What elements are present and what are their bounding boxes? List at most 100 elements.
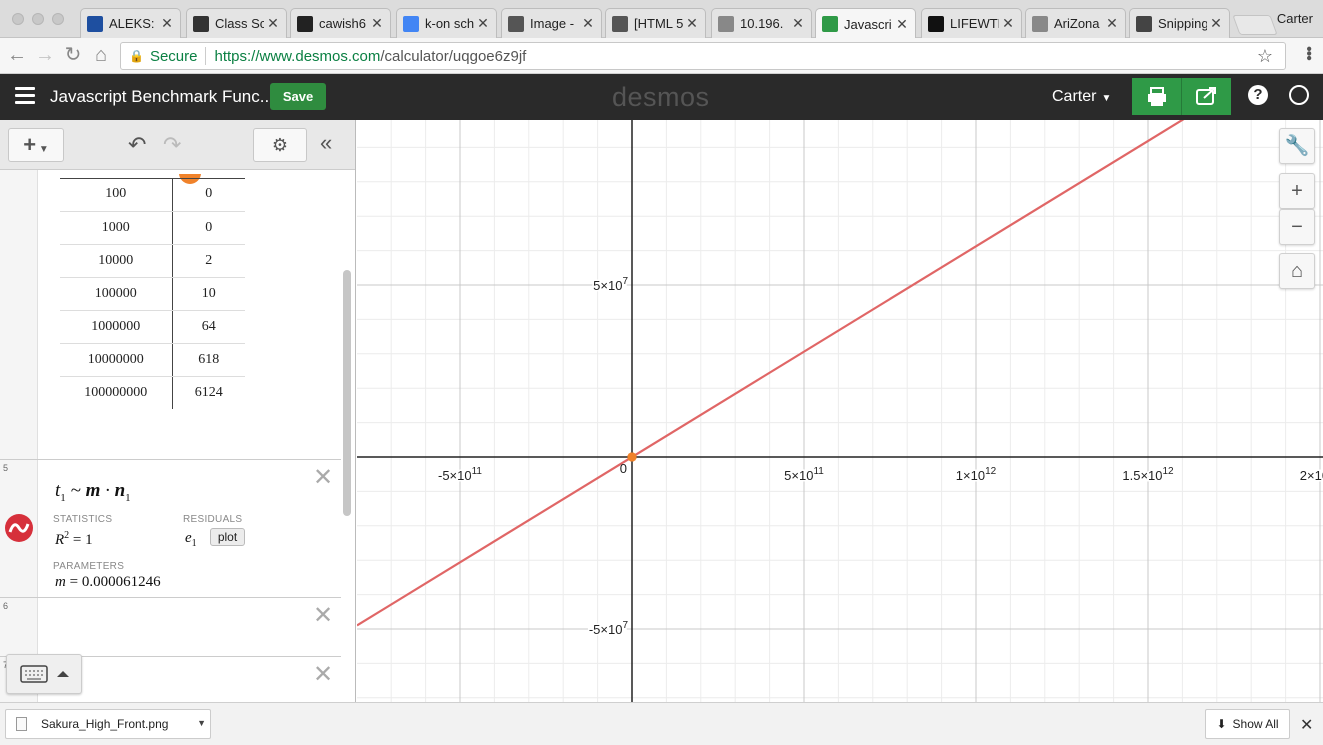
user-menu[interactable]: Carter ▼ xyxy=(1052,88,1111,106)
tab-title: Javascri xyxy=(844,16,892,32)
url-text: https://www.desmos.com/calculator/uqgoe6… xyxy=(214,47,527,65)
r-squared-value: R2 = 1 xyxy=(55,530,93,548)
table-cell-t[interactable]: 0 xyxy=(172,178,245,212)
graph-svg[interactable]: -5×1011 5×1011 1×1012 1.5×1012 2×1012 5×107 -5… xyxy=(357,120,1323,702)
row-number: 5 xyxy=(3,463,9,473)
regression-line[interactable] xyxy=(357,120,1323,627)
graph-canvas[interactable]: -5×1011 5×1011 1×1012 1.5×1012 2×1012 5×107 -5… xyxy=(357,120,1323,702)
table-cell-n[interactable]: 10000000 xyxy=(60,343,173,377)
keypad-toggle-button[interactable] xyxy=(6,654,82,694)
help-icon[interactable]: ? xyxy=(1248,85,1268,105)
add-item-button[interactable]: + ▼ xyxy=(8,128,64,162)
table-cell-t[interactable]: 10 xyxy=(172,277,245,311)
address-bar[interactable]: 🔒 Secure https://www.desmos.com/calculat… xyxy=(120,42,1286,70)
table-cell-t[interactable]: 618 xyxy=(172,343,245,377)
browser-menu-icon[interactable]: ••• xyxy=(1300,46,1317,60)
page-icon xyxy=(1032,15,1048,32)
table-cell-n[interactable]: 1000000 xyxy=(60,310,173,344)
browser-tab[interactable]: Snipping ✕ xyxy=(1129,8,1230,38)
table-cell-t[interactable]: 2 xyxy=(172,244,245,278)
forward-arrow-icon[interactable]: → xyxy=(34,44,56,66)
table-cell-t[interactable]: 0 xyxy=(172,211,245,245)
browser-tab[interactable]: [HTML 5 ✕ xyxy=(605,8,706,38)
table-cell-n[interactable]: 100000000 xyxy=(60,376,173,409)
minimize-window-button[interactable] xyxy=(32,13,44,25)
close-tab-icon[interactable]: ✕ xyxy=(685,15,699,32)
bookmark-star-icon[interactable]: ☆ xyxy=(1257,46,1273,67)
table-cell-n[interactable]: 100000 xyxy=(60,277,173,311)
browser-tab[interactable]: 10.196. ✕ xyxy=(711,8,812,38)
browser-tab[interactable]: Javascri ✕ xyxy=(815,8,916,39)
save-button[interactable]: Save xyxy=(270,83,326,110)
hamburger-menu-icon[interactable] xyxy=(15,87,35,105)
zoom-in-button[interactable]: + xyxy=(1279,173,1315,209)
table-cell-t[interactable]: 6124 xyxy=(172,376,245,409)
close-tab-icon[interactable]: ✕ xyxy=(581,15,595,32)
regression-formula[interactable]: t1 ~ m · n1 xyxy=(55,480,131,504)
file-icon xyxy=(16,717,27,731)
close-tab-icon[interactable]: ✕ xyxy=(791,15,805,32)
settings-gear-icon[interactable]: ⚙ xyxy=(253,128,307,162)
delete-expression-icon[interactable]: ✕ xyxy=(313,466,333,490)
graph-title[interactable]: Javascript Benchmark Func... xyxy=(50,87,274,107)
close-icon[interactable]: ✕ xyxy=(1300,715,1313,735)
collapse-panel-icon[interactable]: « xyxy=(320,130,332,156)
aleks-icon xyxy=(87,15,103,32)
share-button[interactable] xyxy=(1182,78,1231,115)
browser-tab[interactable]: AriZona ✕ xyxy=(1025,8,1126,38)
zoom-out-button[interactable]: − xyxy=(1279,209,1315,245)
plot-residuals-button[interactable]: plot xyxy=(210,528,245,546)
browser-tab[interactable]: k-on sch ✕ xyxy=(396,8,497,38)
regression-icon[interactable] xyxy=(5,514,33,542)
close-tab-icon[interactable]: ✕ xyxy=(266,15,280,32)
browser-tab[interactable]: cawish6 ✕ xyxy=(290,8,391,38)
table-cell-n[interactable]: 100 xyxy=(60,178,173,212)
browser-tab[interactable]: Image - ✕ xyxy=(501,8,602,38)
close-tab-icon[interactable]: ✕ xyxy=(895,16,909,33)
back-arrow-icon[interactable]: ← xyxy=(6,44,28,66)
expression-row-6[interactable]: 6 ✕ xyxy=(0,597,341,657)
browser-tab[interactable]: ALEKS: C✕ xyxy=(80,8,181,38)
table-cell-n[interactable]: 10000 xyxy=(60,244,173,278)
close-tab-icon[interactable]: ✕ xyxy=(1105,15,1119,32)
downloads-bar: Sakura_High_Front.png ▼ ⬇ Show All ✕ xyxy=(0,702,1323,745)
home-icon[interactable]: ⌂ xyxy=(90,44,112,66)
reload-icon[interactable]: ↻ xyxy=(62,44,84,66)
globe-icon[interactable] xyxy=(1289,85,1309,105)
statistics-label: STATISTICS xyxy=(53,514,113,525)
download-item[interactable]: Sakura_High_Front.png ▼ xyxy=(5,709,211,739)
browser-tab[interactable]: LIFEWTR✕ xyxy=(921,8,1022,38)
table-cell-t[interactable]: 64 xyxy=(172,310,245,344)
delete-expression-icon[interactable]: ✕ xyxy=(313,604,333,628)
maximize-window-button[interactable] xyxy=(52,13,64,25)
browser-tab[interactable]: Class Sc ✕ xyxy=(186,8,287,38)
wrench-icon[interactable]: 🔧 xyxy=(1279,128,1315,164)
close-tab-icon[interactable]: ✕ xyxy=(1209,15,1223,32)
close-tab-icon[interactable]: ✕ xyxy=(476,15,490,32)
close-window-button[interactable] xyxy=(12,13,24,25)
profile-name[interactable]: Carter xyxy=(1277,11,1313,26)
html-icon xyxy=(612,15,628,32)
panel-scrollbar[interactable] xyxy=(343,270,351,516)
data-point[interactable] xyxy=(627,452,637,462)
expression-row-5[interactable]: 5 ✕ t1 ~ m · n1 STATISTICS RESIDUALS R2 … xyxy=(0,459,341,598)
redo-icon[interactable]: ↷ xyxy=(163,132,181,158)
undo-icon[interactable]: ↶ xyxy=(128,132,146,158)
keyboard-icon xyxy=(20,665,69,683)
close-tab-icon[interactable]: ✕ xyxy=(160,15,174,32)
class-icon xyxy=(193,15,209,32)
print-button[interactable] xyxy=(1132,78,1182,115)
new-tab-button[interactable] xyxy=(1232,15,1278,35)
divider xyxy=(205,47,207,65)
table-gutter xyxy=(0,170,38,460)
show-all-button[interactable]: ⬇ Show All xyxy=(1205,709,1290,739)
chevron-down-icon[interactable]: ▼ xyxy=(197,718,206,728)
home-view-button[interactable]: ⌂ xyxy=(1279,253,1315,289)
delete-expression-icon[interactable]: ✕ xyxy=(313,663,333,687)
tab-title: Class Sc xyxy=(215,16,264,31)
close-tab-icon[interactable]: ✕ xyxy=(370,15,384,32)
expression-panel: 100 0 1000 0 10000 2 100000 10 1000000 64 10000000… xyxy=(0,120,356,702)
close-tab-icon[interactable]: ✕ xyxy=(1001,15,1015,32)
table-cell-n[interactable]: 1000 xyxy=(60,211,173,245)
tab-title: [HTML 5 xyxy=(634,16,683,31)
